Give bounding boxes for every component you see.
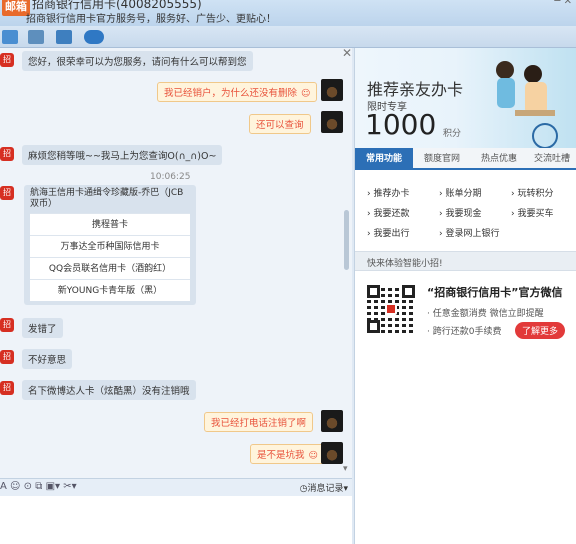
tab-common-functions[interactable]: 常用功能 — [355, 148, 413, 170]
window-subtitle: 招商银行信用卡官方服务号，服务好、广告少、更贴心！ — [26, 14, 276, 25]
scroll-down-icon[interactable]: ▾ — [343, 464, 348, 474]
message-history-button[interactable]: ◷消息记录▾ — [300, 481, 348, 494]
link-online-banking[interactable]: 登录网上银行 — [439, 226, 499, 239]
font-icon[interactable]: A — [0, 481, 7, 492]
user-avatar[interactable] — [321, 79, 343, 101]
card-list-message: 航海王信用卡通缉令珍藏版-乔巴（JCB双币） 携程普卡 万事达全币种国际信用卡 … — [24, 185, 196, 305]
link-buy-car[interactable]: 我要买车 — [511, 206, 553, 219]
message-bubble: 我已经打电话注销了啊 — [204, 412, 314, 432]
wechat-feature: · 跨行还款0手续费 — [427, 327, 502, 337]
message-bubble: 麻烦您稍等哦~~我马上为您查询O(∩_∩)O~ — [22, 145, 223, 165]
chat-toolbar — [0, 26, 576, 48]
tab-limit-site[interactable]: 额度官网 — [413, 148, 471, 170]
message-history-label: 消息记录 — [307, 484, 344, 494]
couple-cycling-image — [496, 61, 558, 148]
message-bubble: 发错了 — [22, 318, 63, 338]
video-call-icon[interactable] — [2, 30, 18, 44]
user-avatar[interactable] — [321, 410, 343, 432]
banner-points-unit: 积分 — [443, 129, 462, 139]
side-tabs: 常用功能 额度官网 热点优惠 交流吐槽 — [355, 148, 576, 170]
card-list-item[interactable]: 万事达全币种国际信用卡 — [30, 235, 190, 257]
input-tools: A ☺ ⊙ ⧉ ▣▾ ✂▾ — [0, 481, 77, 492]
app-grid-icon[interactable] — [56, 30, 72, 44]
message-bubble: 我已经销户，为什么还没有删除 ☺ — [157, 82, 318, 102]
card-list-item[interactable]: 新YOUNG卡青年版（黑） — [30, 279, 190, 301]
banner-title: 推荐亲友办卡 — [367, 80, 464, 99]
input-toolbar: A ☺ ⊙ ⧉ ▣▾ ✂▾ ◷消息记录▾ — [0, 478, 352, 496]
message-bubble: 不好意思 — [22, 349, 73, 369]
close-icon[interactable]: ✕ — [342, 46, 352, 60]
emoji-icon[interactable]: ☺ — [10, 481, 20, 492]
link-travel[interactable]: 我要出行 — [367, 226, 409, 239]
tab-hot-offers[interactable]: 热点优惠 — [471, 148, 527, 170]
link-recommend-card[interactable]: 推荐办卡 — [367, 186, 409, 199]
title-bar: 邮箱 招商银行信用卡(4008205555) 招商银行信用卡官方服务号，服务好、… — [0, 0, 576, 26]
bank-avatar[interactable]: 招 — [0, 318, 14, 332]
wechat-qr-code — [367, 285, 415, 333]
side-panel: 推荐亲友办卡 限时专享 1000 积分 常用功能 额度官网 热点优惠 交流吐槽 … — [354, 48, 576, 544]
message-bubble: 您好，很荣幸可以为您服务，请问有什么可以帮到您 — [22, 51, 253, 71]
message-bubble: 还可以查询 — [249, 114, 311, 134]
link-bill-installment[interactable]: 账单分期 — [439, 186, 481, 199]
smart-assistant-link[interactable]: 快来体验智能小招! — [355, 251, 576, 271]
bank-avatar[interactable]: 招 — [0, 350, 14, 364]
bank-avatar[interactable]: 招 — [0, 186, 14, 200]
card-list-item[interactable]: QQ会员联名信用卡（酒韵红） — [30, 257, 190, 279]
shake-icon[interactable]: ⊙ — [24, 481, 32, 492]
bank-avatar[interactable]: 招 — [0, 381, 14, 395]
referral-banner[interactable]: 推荐亲友办卡 限时专享 1000 积分 — [355, 48, 576, 148]
tab-feedback[interactable]: 交流吐槽 — [527, 148, 576, 170]
scrollbar[interactable]: ▾ — [343, 60, 350, 474]
scissors-icon[interactable]: ✂▾ — [63, 481, 76, 492]
message-text: 我已经打电话注销了啊 — [211, 418, 307, 429]
user-avatar[interactable] — [321, 442, 343, 464]
learn-more-button[interactable]: 了解更多 — [515, 322, 566, 339]
user-avatar[interactable] — [321, 111, 343, 133]
card-list-item[interactable]: 携程普卡 — [30, 213, 190, 235]
window-controls[interactable]: ─ ✕ — [554, 0, 572, 7]
banner-points-value: 1000 — [365, 108, 437, 141]
screenshot-icon[interactable]: ⧉ — [35, 481, 42, 492]
emoji-icon: ☺ — [308, 451, 318, 461]
wechat-title: “招商银行信用卡”官方微信 — [427, 286, 563, 299]
wechat-feature: · 任意金额消费 微信立即提醒 — [427, 309, 544, 319]
message-text: 我已经销户，为什么还没有删除 — [164, 88, 298, 99]
message-input[interactable] — [0, 496, 352, 544]
message-text: 还可以查询 — [256, 120, 304, 131]
scrollbar-thumb[interactable] — [344, 210, 349, 270]
message-bubble: 名下微博达人卡（炫酷黑）没有注销哦 — [22, 380, 196, 400]
message-text: 是不是坑我 — [257, 450, 305, 461]
link-cash[interactable]: 我要现金 — [439, 206, 481, 219]
screen-share-icon[interactable] — [28, 30, 44, 44]
message-timestamp: 10:06:25 — [150, 172, 191, 182]
card-list-header: 航海王信用卡通缉令珍藏版-乔巴（JCB双币） — [30, 188, 184, 209]
message-bubble: 是不是坑我 ☺ — [250, 444, 325, 464]
image-icon[interactable]: ▣▾ — [46, 481, 60, 492]
link-points[interactable]: 玩转积分 — [511, 186, 553, 199]
bank-avatar[interactable]: 招 — [0, 53, 14, 67]
link-repay[interactable]: 我要还款 — [367, 206, 409, 219]
bank-avatar[interactable]: 招 — [0, 147, 14, 161]
emoji-icon: ☺ — [301, 89, 311, 99]
group-icon[interactable] — [84, 30, 104, 44]
